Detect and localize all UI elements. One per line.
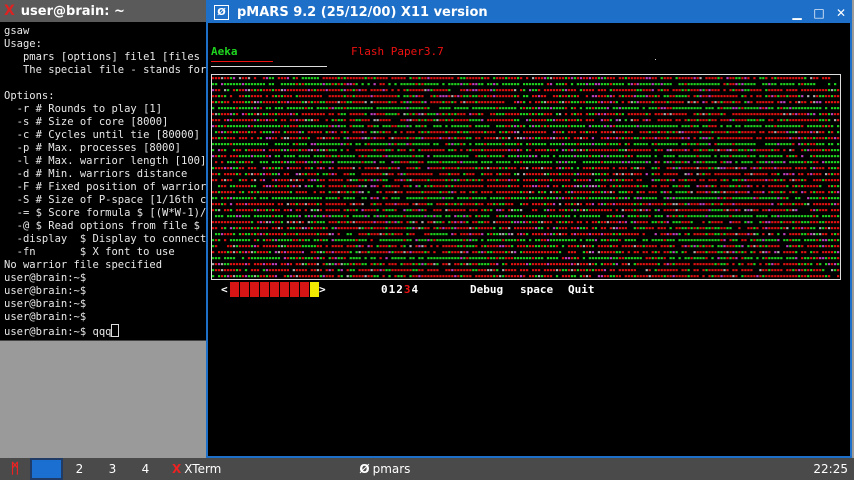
- xterm-icon: X: [4, 3, 15, 19]
- display-mode-2[interactable]: 2: [396, 283, 403, 296]
- display-mode-4[interactable]: 4: [412, 283, 419, 296]
- speed-segment: [270, 282, 279, 297]
- terminal-line: No warrior file specified: [4, 259, 163, 271]
- terminal-line: Options:: [4, 90, 55, 102]
- warrior1-name: Aeka: [211, 45, 238, 58]
- terminal-line: -c # Cycles until tie [80000]: [4, 129, 200, 141]
- xterm-window[interactable]: X user@brain: ~ gsaw Usage: pmars [option…: [0, 0, 215, 341]
- workspace-3[interactable]: 3: [96, 458, 129, 480]
- taskbar: ᛗ 234 X XTerm Ø pmars 22:25: [0, 458, 854, 480]
- display-mode-3[interactable]: 3: [404, 283, 411, 296]
- terminal-line: user@brain:~$: [4, 311, 87, 323]
- terminal-cursor: [111, 324, 120, 337]
- terminal-line: -s # Size of core [8000]: [4, 116, 169, 128]
- speed-segment: [250, 282, 259, 297]
- warrior1-process-bar: [211, 61, 273, 62]
- start-menu-icon[interactable]: ᛗ: [0, 458, 30, 480]
- terminal-line: -l # Max. warrior length [100]: [4, 155, 207, 167]
- speed-segment: [280, 282, 289, 297]
- terminal-line: -r # Rounds to play [1]: [4, 103, 163, 115]
- pmars-app-icon: Ø: [214, 5, 229, 20]
- terminal-line: -fn $ X font to use: [4, 246, 175, 258]
- speed-segment: [230, 282, 239, 297]
- task-xterm-label: XTerm: [184, 462, 222, 476]
- speed-knob: [310, 282, 319, 297]
- speed-segment: [290, 282, 299, 297]
- speed-left-arrow[interactable]: <: [221, 283, 228, 296]
- pmars-icon: Ø: [359, 462, 370, 476]
- terminal-line: -F # Fixed position of warrior #: [4, 181, 215, 193]
- workspace-1[interactable]: [30, 458, 63, 480]
- task-xterm[interactable]: X XTerm: [168, 458, 227, 480]
- terminal-line: pmars [options] file1 [files ..: [4, 51, 215, 63]
- clock: 22:25: [813, 462, 848, 476]
- warrior2-process-bar: [211, 66, 327, 67]
- workspace-4[interactable]: 4: [129, 458, 162, 480]
- terminal-line: -S # Size of P-space [1/16th co: [4, 194, 213, 206]
- terminal-line: -d # Min. warriors distance: [4, 168, 188, 180]
- minimize-button[interactable]: ▁: [788, 6, 806, 20]
- terminal-line: -= $ Score formula $ [(W*W-1)/S]: [4, 207, 215, 219]
- terminal-line: -display $ Display to connect t: [4, 233, 215, 245]
- debug-button[interactable]: Debug: [470, 283, 503, 296]
- display-mode-selector[interactable]: 01234: [381, 283, 419, 296]
- terminal-line: -@ $ Read options from file $: [4, 220, 200, 232]
- space-button[interactable]: space: [520, 283, 553, 296]
- terminal-line: user@brain:~$ qqq: [4, 324, 214, 339]
- status-dot: [655, 59, 656, 60]
- terminal-line: -p # Max. processes [8000]: [4, 142, 182, 154]
- quit-button[interactable]: Quit: [568, 283, 595, 296]
- xterm-titlebar[interactable]: X user@brain: ~: [0, 0, 214, 22]
- workspace-switcher[interactable]: 234: [30, 458, 162, 480]
- pmars-title: pMARS 9.2 (25/12/00) X11 version: [237, 5, 488, 20]
- terminal-output[interactable]: gsaw Usage: pmars [options] file1 [files …: [0, 22, 214, 339]
- terminal-line: user@brain:~$: [4, 272, 87, 284]
- terminal-line: gsaw: [4, 25, 30, 37]
- task-pmars-label: pmars: [372, 462, 411, 476]
- task-pmars[interactable]: Ø pmars: [355, 458, 416, 480]
- core-grid: [212, 77, 840, 278]
- speed-segment: [260, 282, 269, 297]
- core-memory-display[interactable]: [211, 74, 841, 280]
- xterm-icon: X: [172, 462, 182, 476]
- close-button[interactable]: ✕: [832, 6, 850, 20]
- display-mode-0[interactable]: 0: [381, 283, 388, 296]
- terminal-line: Usage:: [4, 38, 42, 50]
- warrior2-name: Flash Paper3.7: [351, 45, 444, 58]
- terminal-line: user@brain:~$: [4, 285, 87, 297]
- speed-segment: [300, 282, 309, 297]
- pmars-titlebar[interactable]: Ø pMARS 9.2 (25/12/00) X11 version ▁ □ ✕: [208, 2, 850, 23]
- speed-slider[interactable]: [230, 282, 319, 297]
- speed-segment: [240, 282, 249, 297]
- speed-right-arrow[interactable]: >: [319, 283, 326, 296]
- terminal-line: user@brain:~$: [4, 298, 87, 310]
- pmars-window[interactable]: Ø pMARS 9.2 (25/12/00) X11 version ▁ □ ✕…: [206, 0, 852, 458]
- display-mode-1[interactable]: 1: [389, 283, 396, 296]
- workspace-2[interactable]: 2: [63, 458, 96, 480]
- maximize-button[interactable]: □: [810, 6, 828, 20]
- xterm-title: user@brain: ~: [20, 3, 125, 19]
- terminal-line: The special file - stands for s: [4, 64, 215, 76]
